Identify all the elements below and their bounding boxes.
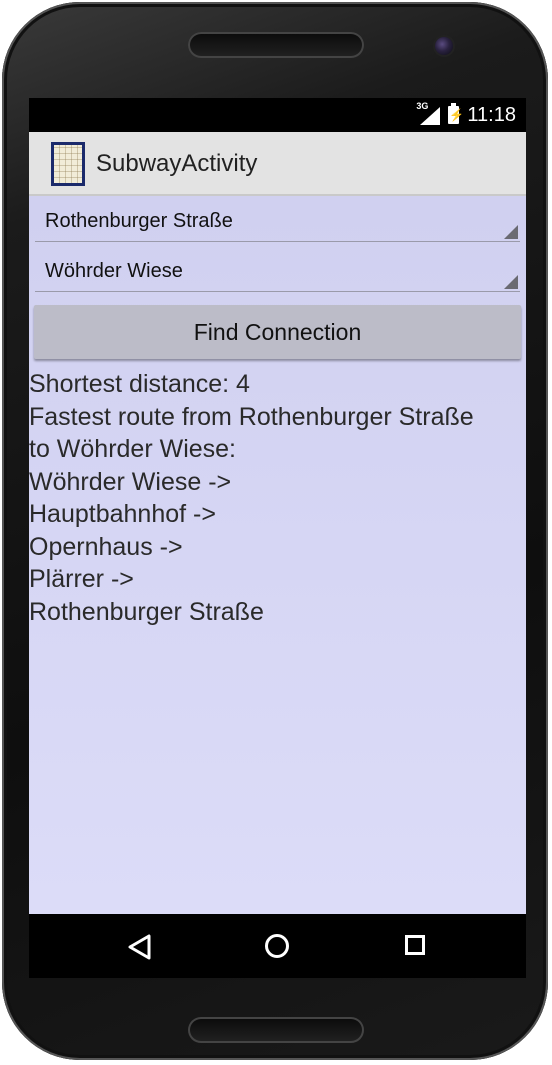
home-circle-icon[interactable] (265, 934, 289, 958)
action-bar: SubwayActivity (29, 132, 526, 196)
status-bar: 3G ⚡ 11:18 (29, 98, 526, 132)
back-triangle-icon[interactable] (127, 934, 153, 960)
status-time: 11:18 (467, 103, 516, 126)
bottom-speaker-grille (188, 1017, 364, 1043)
top-speaker-grille (188, 32, 364, 58)
result-line: Shortest distance: 4 (29, 370, 250, 398)
result-line: Wöhrder Wiese -> (29, 467, 232, 496)
to-station-value: Wöhrder Wiese (45, 260, 183, 282)
network-type: 3G (416, 101, 429, 111)
battery-charging-icon: ⚡ (448, 103, 465, 124)
route-result: Shortest distance: 4 Fastest route from … (29, 368, 526, 628)
result-line: Fastest route from Rothenburger Straße (29, 402, 474, 431)
app-title: SubwayActivity (96, 150, 258, 177)
to-station-spinner[interactable]: Wöhrder Wiese (35, 248, 520, 292)
recent-apps-square-icon[interactable] (405, 935, 425, 955)
phone-frame: 3G ⚡ 11:18 SubwayActivity Rothenburger S… (2, 2, 548, 1060)
status-icons: 3G ⚡ 11:18 (416, 101, 516, 127)
result-line: to Wöhrder Wiese: (29, 435, 237, 463)
front-camera (435, 37, 453, 55)
result-line: Opernhaus -> (29, 532, 183, 561)
dropdown-arrow-icon (504, 225, 518, 239)
activity-content: Rothenburger Straße Wöhrder Wiese Find C… (29, 196, 526, 914)
screen: 3G ⚡ 11:18 SubwayActivity Rothenburger S… (29, 98, 526, 978)
from-station-spinner[interactable]: Rothenburger Straße (35, 198, 520, 242)
result-line: Plärrer -> (29, 565, 134, 593)
result-line: Hauptbahnhof -> (29, 500, 216, 528)
navigation-bar (29, 914, 526, 978)
find-connection-button[interactable]: Find Connection (34, 305, 521, 359)
dropdown-arrow-icon (504, 275, 518, 289)
result-line: Rothenburger Straße (29, 597, 264, 626)
cell-signal-icon: 3G (416, 101, 441, 125)
from-station-value: Rothenburger Straße (45, 210, 233, 232)
subway-map-icon (51, 142, 85, 186)
